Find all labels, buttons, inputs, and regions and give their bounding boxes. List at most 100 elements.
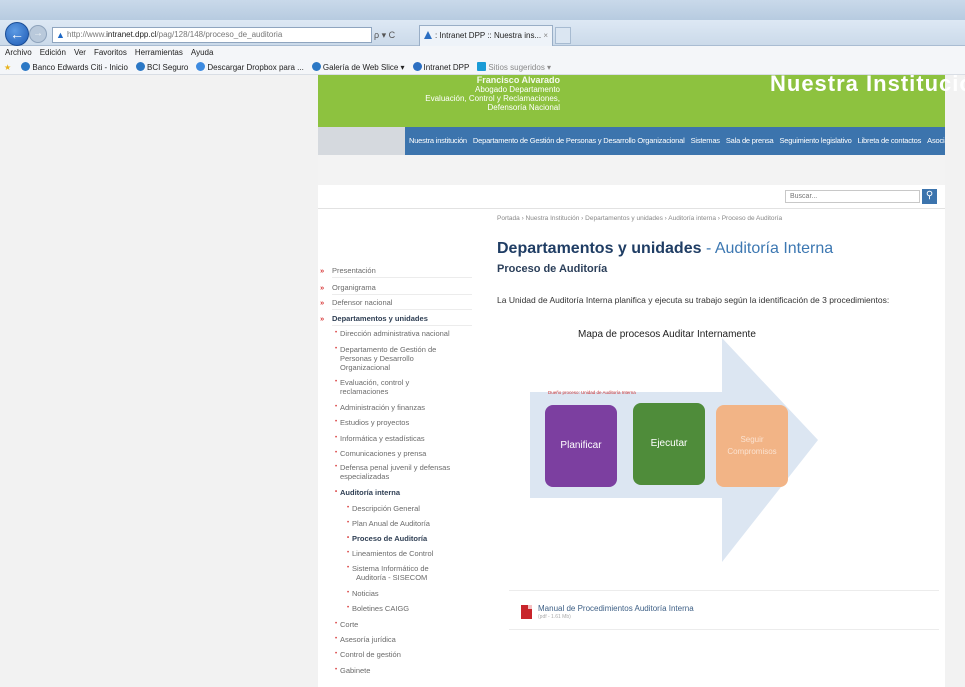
favorite-label: BCI Seguro <box>147 63 189 72</box>
sidebar-sub-item[interactable]: Asesoría jurídica <box>335 635 396 644</box>
search-input[interactable] <box>785 190 920 203</box>
sidebar-sub-item[interactable]: especializadas <box>340 472 389 481</box>
new-tab-button[interactable] <box>555 27 571 44</box>
favorite-item[interactable]: Banco Edwards Citi - Inicio <box>21 60 128 75</box>
ie-page-icon <box>21 62 31 71</box>
sidebar-sub-item[interactable]: Gabinete <box>335 666 371 675</box>
favorite-label: Banco Edwards Citi - Inicio <box>32 63 128 72</box>
window-titlebar <box>0 0 965 20</box>
sidebar-subsub-item[interactable]: Proceso de Auditoría <box>347 534 427 543</box>
topnav-item[interactable]: Libreta de contactos <box>858 136 922 145</box>
sidebar-sub-item[interactable]: Administración y finanzas <box>335 403 425 412</box>
sidebar-sub-item[interactable]: Defensa penal juvenil y defensas <box>335 463 450 472</box>
sidebar-divider <box>332 325 472 326</box>
menu-herramientas[interactable]: Herramientas <box>135 48 183 57</box>
sidebar-subsub-item[interactable]: Plan Anual de Auditoría <box>347 519 430 528</box>
sidebar-subsub-item[interactable]: Auditoría - SISECOM <box>356 573 427 582</box>
favorite-label: Galería de Web Slice ▾ <box>322 63 405 72</box>
sidebar-divider <box>332 277 472 278</box>
forward-arrow-icon: → <box>33 28 43 39</box>
favorite-item[interactable]: Galería de Web Slice ▾ <box>311 60 405 75</box>
menu-ayuda[interactable]: Ayuda <box>191 48 214 57</box>
user-role-2: Evaluación, Control y Reclamaciones, <box>425 94 560 103</box>
sidebar-sub-item[interactable]: Departamento de Gestión de <box>335 345 436 354</box>
diagram-title: Mapa de procesos Auditar Internamente <box>578 329 756 340</box>
site-section-title: Nuestra Institución <box>770 71 965 96</box>
favorite-item[interactable]: Descargar Dropbox para ... <box>196 60 304 75</box>
close-tab-icon[interactable]: × <box>543 26 548 45</box>
sidebar-main-item[interactable]: Departamentos y unidades <box>320 314 428 323</box>
topnav-item[interactable]: Asociaciones <box>927 136 945 145</box>
dropbox-icon <box>196 62 206 71</box>
forward-button[interactable]: → <box>29 25 47 43</box>
topnav-item[interactable]: Sala de prensa <box>726 136 774 145</box>
topnav-item[interactable]: Departamento de Gestión de Personas y De… <box>473 136 685 145</box>
menu-favoritos[interactable]: Favoritos <box>94 48 127 57</box>
divider <box>318 208 945 209</box>
ie-page-icon <box>136 62 145 71</box>
favorites-star-icon[interactable]: ★ <box>4 60 11 75</box>
sidebar-sub-item[interactable]: Comunicaciones y prensa <box>335 449 426 458</box>
favorite-label: Sitios sugeridos ▾ <box>488 63 552 72</box>
topnav-item[interactable]: Nuestra institución <box>409 136 467 145</box>
sidebar-sub-item[interactable]: Dirección administrativa nacional <box>335 329 450 338</box>
sidebar-main-item[interactable]: Defensor nacional <box>320 298 393 307</box>
favorite-item[interactable]: Intranet DPP <box>412 60 469 75</box>
sidebar-sub-item[interactable]: Estudios y proyectos <box>335 418 409 427</box>
page-title-main: Departamentos y unidades <box>497 240 702 257</box>
sidebar-divider <box>332 309 472 310</box>
sidebar-subsub-item[interactable]: Lineamientos de Control <box>347 549 433 558</box>
search-icon: ⚲ <box>925 190 934 201</box>
pdf-icon[interactable] <box>521 605 532 619</box>
sidebar-sub-item[interactable]: Auditoría interna <box>335 488 400 497</box>
document-meta: (pdf - 1.61 Mb) <box>538 614 571 620</box>
url-path: /pag/128/148/proceso_de_auditoria <box>156 30 283 39</box>
search-button[interactable]: ⚲ <box>922 189 937 204</box>
user-role-3: Defensoría Nacional <box>487 103 560 112</box>
intro-text: La Unidad de Auditoría Interna planifica… <box>497 295 890 305</box>
diagram-owner-label: Dueño proceso: Unidad de Auditoría Inter… <box>548 390 636 395</box>
page-title-sep: - <box>701 240 715 257</box>
bing-icon <box>477 62 487 71</box>
dpp-logo-icon <box>412 62 422 71</box>
sidebar-sub-item[interactable]: Corte <box>335 620 358 629</box>
topnav-item[interactable]: Sistemas <box>691 136 720 145</box>
menu-archivo[interactable]: Archivo <box>5 48 32 57</box>
topnav-item[interactable]: Seguimiento legislativo <box>780 136 852 145</box>
url-domain: intranet.dpp.cl <box>106 30 157 39</box>
sidebar-sub-item[interactable]: reclamaciones <box>340 387 388 396</box>
sidebar-main-item[interactable]: Organigrama <box>320 283 376 292</box>
breadcrumb[interactable]: Portada › Nuestra Institución › Departam… <box>497 215 937 222</box>
menu-ver[interactable]: Ver <box>74 48 86 57</box>
favorite-item[interactable]: Sitios sugeridos ▾ <box>477 60 551 75</box>
sidebar-divider <box>332 294 472 295</box>
user-info: Francisco Alvarado Abogado Departamento … <box>400 75 560 113</box>
address-controls[interactable]: ρ ▾ C <box>374 27 418 43</box>
back-arrow-icon: ← <box>10 26 24 42</box>
favorite-item[interactable]: BCI Seguro <box>136 60 188 75</box>
sidebar-subsub-item[interactable]: Descripción General <box>347 504 420 513</box>
user-name: Francisco Alvarado <box>476 75 560 85</box>
back-button[interactable]: ← <box>5 22 29 46</box>
sidebar-main-item[interactable]: Presentación <box>320 266 376 275</box>
step-planificar: Planificar <box>545 405 617 487</box>
sidebar-sub-item[interactable]: Organizacional <box>340 363 390 372</box>
step-ejecutar: Ejecutar <box>633 403 705 485</box>
dpp-logo-icon: ▲ <box>56 30 65 40</box>
menu-edicin[interactable]: Edición <box>40 48 66 57</box>
address-bar[interactable]: ▲ http://www.intranet.dpp.cl/pag/128/148… <box>52 27 372 43</box>
top-navigation: Nuestra institución Departamento de Gesti… <box>405 127 945 155</box>
sidebar-sub-item[interactable]: Control de gestión <box>335 650 401 659</box>
step-seguir-compromisos: Seguir Compromisos <box>716 405 788 487</box>
sidebar-sub-item[interactable]: Evaluación, control y <box>335 378 409 387</box>
sidebar-subsub-item[interactable]: Boletines CAIGG <box>347 604 409 613</box>
document-link[interactable]: Manual de Procedimientos Auditoría Inter… <box>538 604 788 613</box>
sidebar-sub-item[interactable]: Informática y estadísticas <box>335 434 425 443</box>
user-role-1: Abogado Departamento <box>475 85 560 94</box>
menu-bar: Archivo Edición Ver Favoritos Herramientas Ay… <box>0 46 965 60</box>
sidebar-subsub-item[interactable]: Noticias <box>347 589 379 598</box>
browser-tab[interactable]: : Intranet DPP :: Nuestra ins... × <box>419 25 553 46</box>
page-title-sub: Auditoría Interna <box>714 240 834 257</box>
sidebar-sub-item[interactable]: Personas y Desarrollo <box>340 354 414 363</box>
sidebar-subsub-item[interactable]: Sistema Informático de <box>347 564 429 573</box>
